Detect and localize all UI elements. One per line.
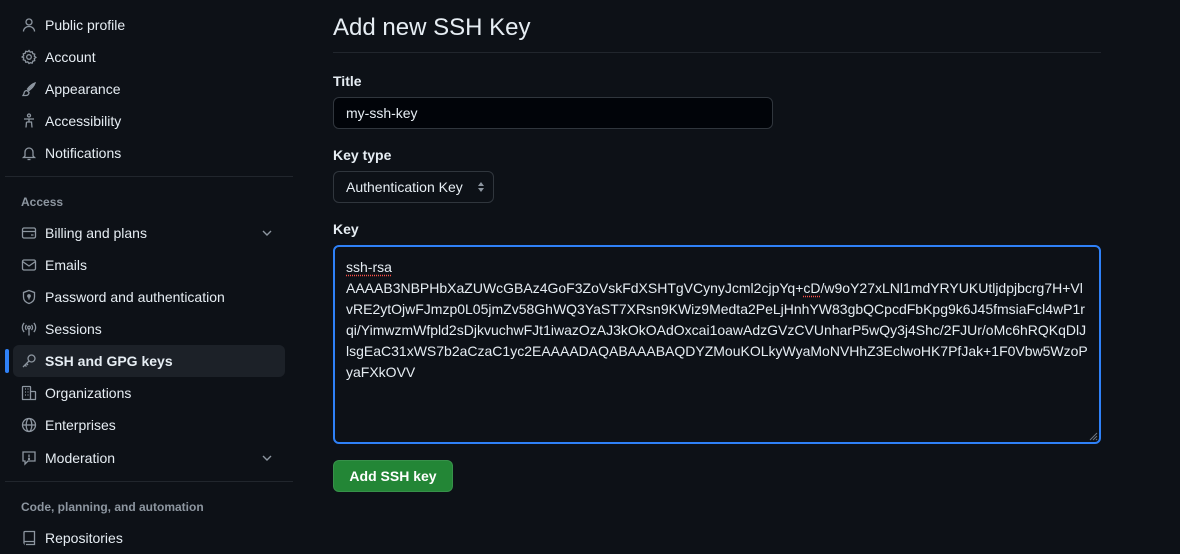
report-icon [21,450,37,466]
sidebar-item-label: SSH and GPG keys [45,353,173,369]
sidebar-item-password[interactable]: Password and authentication [13,281,285,313]
title-input[interactable] [333,97,773,129]
person-icon [21,17,37,33]
sidebar-item-label: Organizations [45,385,132,401]
accessibility-icon [21,113,37,129]
sidebar-item-label: Appearance [45,81,121,97]
sidebar-item-billing[interactable]: Billing and plans [13,217,285,249]
sidebar-item-organizations[interactable]: Organizations [13,377,285,409]
page-title: Add new SSH Key [333,14,531,41]
sidebar-item-accessibility[interactable]: Accessibility [13,105,285,137]
add-ssh-key-button[interactable]: Add SSH key [333,460,453,492]
sidebar-item-label: Repositories [45,530,123,546]
sidebar-item-label: Accessibility [45,113,122,129]
active-indicator [5,349,9,373]
sidebar-divider [5,176,293,177]
key-icon [21,353,37,369]
sidebar-item-label: Notifications [45,145,122,161]
sidebar-item-account[interactable]: Account [13,41,285,73]
repo-icon [21,530,37,546]
key-type-label: Key type [333,147,392,163]
select-arrows-icon [478,182,484,192]
sidebar-item-emails[interactable]: Emails [13,249,285,281]
sidebar-item-label: Account [45,49,96,65]
sidebar-item-public-profile[interactable]: Public profile [13,9,285,41]
gear-icon [21,49,37,65]
key-value-part1: AAAAB3NBPHbXaZUWcGBAz4GoF3ZoVskFdXSHTgVC… [346,280,804,296]
sidebar-item-appearance[interactable]: Appearance [13,73,285,105]
sidebar-item-label: Emails [45,257,88,273]
title-label: Title [333,73,362,89]
broadcast-icon [21,321,37,337]
paintbrush-icon [21,81,37,97]
sidebar-item-label: Moderation [45,450,116,466]
mail-icon [21,257,37,273]
key-type-selected: Authentication Key [346,179,463,195]
sidebar-item-enterprises[interactable]: Enterprises [13,409,285,441]
settings-sidebar: Public profile Account Appearance Access… [0,0,300,546]
organization-icon [21,385,37,401]
sidebar-divider [5,481,293,482]
sidebar-item-ssh-gpg-keys[interactable]: SSH and GPG keys [13,345,285,377]
shield-lock-icon [21,289,37,305]
sidebar-item-moderation[interactable]: Moderation [13,442,285,474]
main-content: Add new SSH Key Title Key type Authentic… [333,0,1101,541]
key-type-select[interactable]: Authentication Key [333,171,494,203]
sidebar-item-repositories[interactable]: Repositories [13,522,285,554]
key-prefix: ssh-rsa [346,259,392,275]
credit-card-icon [21,225,37,241]
key-textarea[interactable]: ssh-rsa AAAAB3NBPHbXaZUWcGBAz4GoF3ZoVskF… [333,245,1101,444]
key-label: Key [333,221,359,237]
resize-grip-icon[interactable] [1088,431,1098,441]
sidebar-item-sessions[interactable]: Sessions [13,313,285,345]
key-value-misspelled: cD [803,280,821,296]
sidebar-item-label: Sessions [45,321,102,337]
title-divider [333,52,1101,53]
sidebar-item-label: Enterprises [45,417,116,433]
globe-icon [21,417,37,433]
sidebar-item-label: Password and authentication [45,289,225,305]
chevron-down-icon[interactable] [259,225,275,241]
chevron-down-icon[interactable] [259,450,275,466]
section-label-access: Access [21,195,64,209]
bell-icon [21,145,37,161]
sidebar-item-notifications[interactable]: Notifications [13,137,285,169]
sidebar-item-label: Public profile [45,17,126,33]
sidebar-item-label: Billing and plans [45,225,147,241]
section-label-code: Code, planning, and automation [21,500,204,514]
